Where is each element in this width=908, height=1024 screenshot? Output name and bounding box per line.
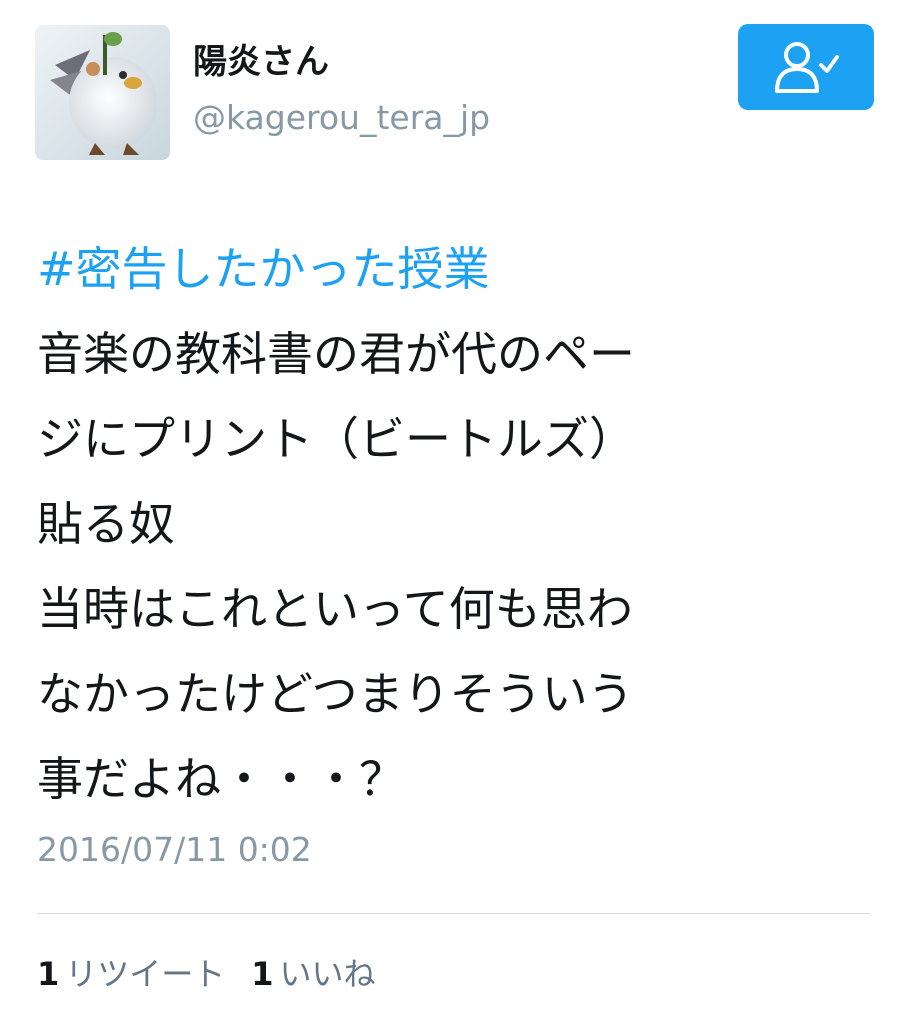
tweet-timestamp[interactable]: 2016/07/11 0:02 xyxy=(37,828,312,872)
like-label: いいね xyxy=(279,955,376,993)
retweet-count: 1 xyxy=(37,955,60,993)
like-stat[interactable]: 1 いいね xyxy=(251,952,375,996)
tweet-line: 事だよね・・・？ xyxy=(37,752,405,806)
tweet-line: 音楽の教科書の君が代のペー xyxy=(37,327,635,381)
tweet-line: 貼る奴 xyxy=(37,497,175,551)
retweet-label: リツイート xyxy=(65,955,226,993)
user-display-name[interactable]: 陽炎さん xyxy=(193,40,329,84)
chocobo-avatar-icon xyxy=(35,25,170,160)
tweet-line: 当時はこれといって何も思わ xyxy=(37,582,633,636)
user-handle[interactable]: @kagerou_tera_jp xyxy=(193,96,490,140)
tweet-line: なかったけどつまりそういう xyxy=(37,667,634,721)
retweet-stat[interactable]: 1 リツイート xyxy=(37,952,225,996)
user-avatar[interactable] xyxy=(35,25,170,160)
divider xyxy=(37,913,870,914)
tweet-stats: 1 リツイート 1 いいね xyxy=(37,952,376,996)
following-user-check-icon xyxy=(775,42,839,93)
tweet-text: #密告したかった授業 音楽の教科書の君が代のペー ジにプリント（ビートルズ） 貼… xyxy=(37,227,867,822)
like-count: 1 xyxy=(251,955,274,993)
hashtag-link[interactable]: #密告したかった授業 xyxy=(37,227,867,312)
tweet-line: ジにプリント（ビートルズ） xyxy=(37,412,635,466)
following-button[interactable] xyxy=(738,24,874,110)
